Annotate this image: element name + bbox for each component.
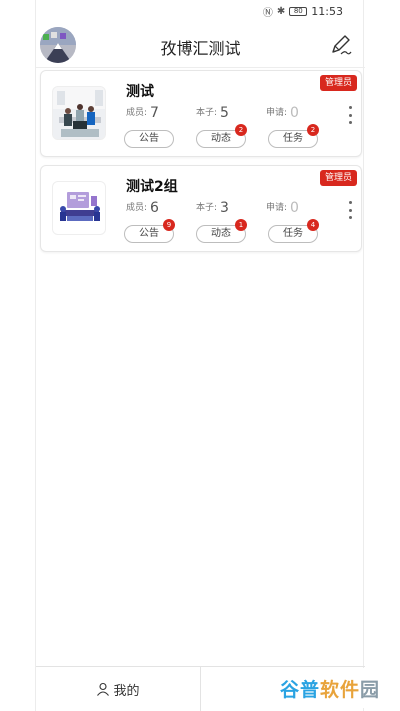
group-stats: 成员: 6 本子: 3 申请: 0 <box>126 200 326 218</box>
group-list: 测试 管理员 成员: 7 本子: 5 申请: 0 公告 动态 2 任务 2 测试… <box>40 70 362 260</box>
battery-icon: 80 <box>289 6 308 16</box>
activity-button[interactable]: 动态 2 <box>196 124 247 148</box>
announcement-button[interactable]: 公告 9 <box>124 219 175 243</box>
stat-label: 成员: <box>126 203 148 213</box>
announcement-button[interactable]: 公告 <box>124 130 174 148</box>
stat-value: 6 <box>150 200 159 216</box>
stat-value: 0 <box>290 200 299 216</box>
person-icon <box>97 682 110 696</box>
stat-notebooks: 本子: 5 <box>196 105 229 121</box>
more-options-button[interactable] <box>345 201 355 219</box>
more-dot-icon <box>348 201 352 204</box>
more-options-button[interactable] <box>345 106 355 124</box>
task-button[interactable]: 任务 4 <box>268 219 319 243</box>
notification-badge: 4 <box>307 219 319 231</box>
group-thumbnail <box>52 181 106 235</box>
bluetooth-icon: ✱ <box>276 5 286 17</box>
status-bar: Ⓝ ✱ 80 11:53 <box>34 0 363 22</box>
office-photo-image <box>53 87 105 139</box>
stat-label: 申请: <box>266 203 288 213</box>
activity-button[interactable]: 动态 1 <box>196 219 247 243</box>
nfc-icon: Ⓝ <box>262 7 273 19</box>
group-name: 测试 <box>126 84 154 100</box>
stat-value: 7 <box>150 105 159 121</box>
watermark-logo: 谷普 软件园 <box>266 668 394 708</box>
edit-pen-icon <box>332 35 352 55</box>
admin-badge: 管理员 <box>319 75 357 91</box>
stat-label: 申请: <box>266 108 288 118</box>
app-frame: Ⓝ ✱ 80 11:53 孜博汇测试 测试 管理员 成员: 7 本子: 5 申请… <box>34 0 365 711</box>
more-dot-icon <box>348 216 352 219</box>
stat-value: 5 <box>220 105 229 121</box>
group-stats: 成员: 7 本子: 5 申请: 0 <box>126 105 326 123</box>
stat-label: 本子: <box>196 108 218 118</box>
group-name: 测试2组 <box>126 179 178 195</box>
app-header: 孜博汇测试 <box>36 22 365 68</box>
task-button[interactable]: 任务 2 <box>268 124 319 148</box>
edit-button[interactable] <box>327 32 353 58</box>
team-illustration-image <box>53 182 105 234</box>
group-thumbnail <box>52 86 106 140</box>
stat-label: 本子: <box>196 203 218 213</box>
group-card[interactable]: 测试2组 管理员 成员: 6 本子: 3 申请: 0 公告 9 动态 1 任务 4 <box>40 165 362 252</box>
stat-applications: 申请: 0 <box>266 200 299 216</box>
stat-notebooks: 本子: 3 <box>196 200 229 216</box>
button-label: 动态 <box>211 228 231 239</box>
more-dot-icon <box>348 106 352 109</box>
group-actions: 公告 9 动态 1 任务 4 <box>124 219 324 243</box>
button-label: 任务 <box>283 133 303 144</box>
stat-value: 3 <box>220 200 229 216</box>
nav-tab-label: 我的 <box>113 683 140 699</box>
notification-badge: 1 <box>235 219 247 231</box>
more-dot-icon <box>348 113 352 117</box>
group-card[interactable]: 测试 管理员 成员: 7 本子: 5 申请: 0 公告 动态 2 任务 2 <box>40 70 362 157</box>
admin-badge: 管理员 <box>319 170 357 186</box>
stat-applications: 申请: 0 <box>266 105 299 121</box>
more-dot-icon <box>348 208 352 212</box>
button-label: 公告 <box>139 228 159 239</box>
button-label: 公告 <box>139 133 159 144</box>
stat-label: 成员: <box>126 108 148 118</box>
stat-members: 成员: 6 <box>126 200 159 216</box>
page-title: 孜博汇测试 <box>160 39 241 58</box>
notification-badge: 2 <box>235 124 247 136</box>
button-label: 任务 <box>283 228 303 239</box>
more-dot-icon <box>348 121 352 124</box>
notification-badge: 2 <box>307 124 319 136</box>
notification-badge: 9 <box>163 219 175 231</box>
button-label: 动态 <box>211 133 231 144</box>
status-time: 11:53 <box>311 4 343 18</box>
nav-tab-mine[interactable]: 我的 <box>36 667 200 711</box>
group-actions: 公告 动态 2 任务 2 <box>124 124 324 148</box>
stat-members: 成员: 7 <box>126 105 159 121</box>
stat-value: 0 <box>290 105 299 121</box>
